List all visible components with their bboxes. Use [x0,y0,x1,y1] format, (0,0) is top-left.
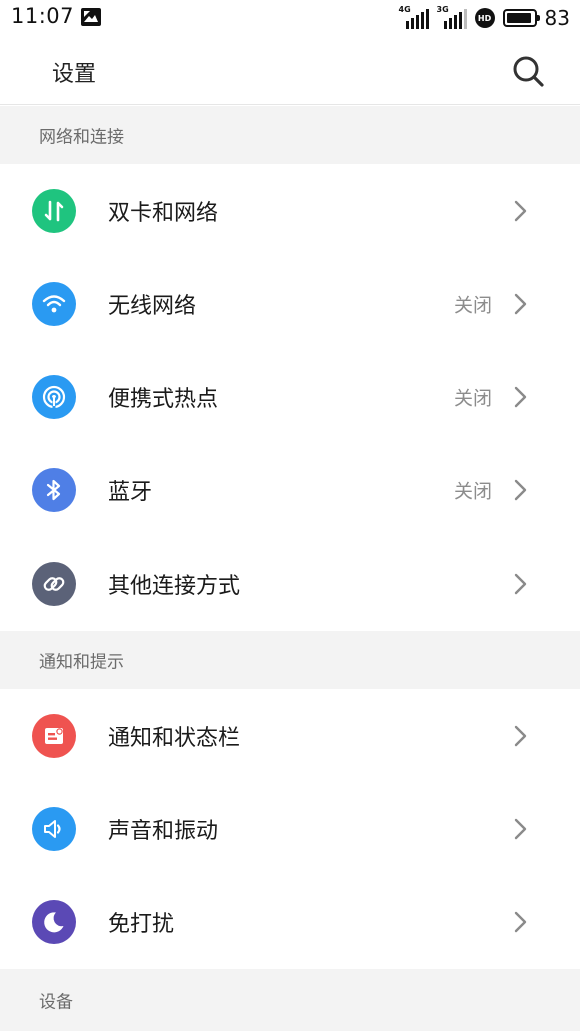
settings-item-other-connections[interactable]: 其他连接方式 [0,537,580,630]
chevron-right-icon [514,386,527,407]
settings-item-label: 双卡和网络 [108,200,219,226]
settings-item-do-not-disturb[interactable]: 免打扰 [0,875,580,968]
settings-item-value: 关闭 [453,387,492,409]
moon-icon [32,899,76,944]
settings-item-notification-bar[interactable]: 通知和状态栏 [0,689,580,782]
settings-item-bluetooth[interactable]: 蓝牙 关闭 [0,443,580,536]
speaker-icon [32,806,76,851]
chevron-right-icon [514,818,527,839]
chevron-right-icon [514,200,527,221]
page-title: 设置 [52,62,97,87]
settings-item-wifi[interactable]: 无线网络 关闭 [0,257,580,350]
chevron-right-icon [514,911,527,932]
settings-item-value: 关闭 [453,480,492,502]
dual-sim-icon [32,188,76,233]
settings-item-label: 声音和振动 [108,818,219,844]
app-header: 设置 [0,36,580,105]
notification-image-icon [81,8,101,26]
section-header-network: 网络和连接 [0,106,580,164]
status-time: 11:07 [11,4,75,28]
link-icon [32,561,76,606]
signal-sim2-icon: 3G [437,5,467,29]
wifi-icon [32,281,76,326]
settings-item-label: 免打扰 [108,911,175,937]
search-icon[interactable] [510,53,546,89]
settings-item-label: 无线网络 [108,293,197,319]
status-bar: 11:07 4G 3G HD 83 [0,0,580,36]
settings-item-value: 关闭 [453,294,492,316]
hotspot-icon [32,374,76,419]
settings-item-hotspot[interactable]: 便携式热点 关闭 [0,350,580,443]
battery-percent: 83 [544,6,570,30]
section-header-notifications: 通知和提示 [0,631,580,689]
battery-icon [502,9,540,27]
chevron-right-icon [514,573,527,594]
notification-icon [32,713,76,758]
settings-item-label: 蓝牙 [108,479,153,505]
settings-item-sound-vibration[interactable]: 声音和振动 [0,782,580,875]
settings-item-label: 便携式热点 [108,386,219,412]
chevron-right-icon [514,479,527,500]
hd-voice-icon: HD [474,8,495,28]
signal-sim1-icon: 4G [399,5,429,29]
settings-item-label: 其他连接方式 [108,573,241,599]
settings-item-dual-sim[interactable]: 双卡和网络 [0,164,580,257]
bluetooth-icon [32,467,76,512]
section-header-device: 设备 [0,969,580,1031]
chevron-right-icon [514,725,527,746]
settings-item-label: 通知和状态栏 [108,725,241,751]
chevron-right-icon [514,293,527,314]
